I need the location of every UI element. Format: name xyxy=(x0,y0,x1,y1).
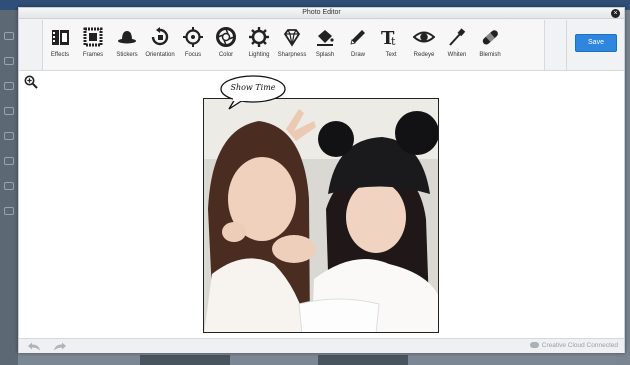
diamond-icon xyxy=(283,29,301,47)
sun-gear-icon xyxy=(249,27,269,47)
tool-focus[interactable]: Focus xyxy=(176,26,210,66)
tool-whiten[interactable]: Whiten xyxy=(440,26,474,66)
zoom-in-icon[interactable] xyxy=(24,75,38,89)
tool-color[interactable]: Color xyxy=(209,26,243,66)
background-sidebar-icon xyxy=(4,157,14,165)
close-button[interactable]: × xyxy=(611,9,620,18)
background-sidebar-icon xyxy=(4,207,14,215)
background-sidebar-icon xyxy=(4,57,14,65)
background-sidebar-icon xyxy=(4,107,14,115)
tool-label: Whiten xyxy=(447,52,467,58)
toolbar: Effects Frames Stickers Orientation Focu… xyxy=(19,19,624,71)
title-bar: Photo Editor × xyxy=(19,8,624,19)
background-sidebar-icon xyxy=(4,132,14,140)
speech-bubble-shape xyxy=(220,75,286,110)
tool-label: Blemish xyxy=(479,52,501,58)
speech-bubble-sticker[interactable]: Show Time xyxy=(219,74,287,110)
bandage-icon xyxy=(482,30,498,45)
sticker-text: Show Time xyxy=(230,83,276,92)
tool-splash[interactable]: Splash xyxy=(308,26,342,66)
tool-label: Color xyxy=(218,52,234,58)
background-thumbnail xyxy=(318,355,408,365)
redo-icon[interactable] xyxy=(53,342,67,351)
tool-text[interactable]: T t Text xyxy=(374,26,408,66)
eye-icon xyxy=(413,31,435,43)
tool-label: Draw xyxy=(350,52,365,58)
background-sidebar-icon xyxy=(4,182,14,190)
photo-content xyxy=(204,99,438,332)
aperture-icon xyxy=(216,27,236,47)
tool-orientation[interactable]: Orientation xyxy=(143,26,177,66)
footer-bar: Creative Cloud Connected xyxy=(19,338,624,353)
tool-label: Splash xyxy=(315,52,335,58)
cloud-status: Creative Cloud Connected xyxy=(529,342,618,349)
svg-text:t: t xyxy=(391,35,396,48)
tool-label: Focus xyxy=(184,52,202,58)
tool-label: Stickers xyxy=(116,52,138,58)
cloud-status-text: Creative Cloud Connected xyxy=(541,342,618,349)
creative-cloud-icon xyxy=(529,342,539,349)
pencil-icon xyxy=(350,30,365,45)
save-button[interactable]: Save xyxy=(575,34,617,52)
photo-editor-dialog: Photo Editor × Effects Frames Stickers O… xyxy=(18,7,625,353)
tool-label: Lighting xyxy=(248,52,270,58)
tool-frames[interactable]: Frames xyxy=(76,26,110,66)
tool-effects[interactable]: Effects xyxy=(43,26,77,66)
tool-redeye[interactable]: Redeye xyxy=(407,26,441,66)
tool-stickers[interactable]: Stickers xyxy=(110,26,144,66)
tool-blemish[interactable]: Blemish xyxy=(473,26,507,66)
tool-label: Text xyxy=(385,52,397,58)
tool-lighting[interactable]: Lighting xyxy=(242,26,276,66)
dialog-title: Photo Editor xyxy=(302,9,341,16)
film-strip-icon xyxy=(52,30,69,45)
save-panel: Save xyxy=(566,20,624,70)
text-icon: T t xyxy=(381,28,396,48)
crosshair-icon xyxy=(183,27,203,47)
background-thumbnail xyxy=(140,355,230,365)
background-sidebar-icon xyxy=(4,32,14,40)
tool-label: Effects xyxy=(50,52,70,58)
background-sidebar xyxy=(0,10,18,365)
undo-icon[interactable] xyxy=(27,342,41,351)
photo-image[interactable] xyxy=(203,98,439,333)
tool-sharpness[interactable]: Sharpness xyxy=(275,26,309,66)
tool-label: Orientation xyxy=(145,52,175,58)
editing-canvas[interactable]: Show Time xyxy=(19,72,624,338)
frame-icon xyxy=(83,27,103,47)
tool-label: Sharpness xyxy=(277,52,307,58)
tool-label: Redeye xyxy=(413,52,435,58)
paint-bucket-icon xyxy=(317,30,334,46)
background-thumbnails xyxy=(18,352,616,365)
brush-icon xyxy=(449,28,466,46)
background-sidebar-icon xyxy=(4,82,14,90)
tool-label: Frames xyxy=(82,52,104,58)
tool-draw[interactable]: Draw xyxy=(341,26,375,66)
rotate-icon xyxy=(151,27,169,46)
bowler-hat-icon xyxy=(118,31,136,44)
tools-panel: Effects Frames Stickers Orientation Focu… xyxy=(42,20,545,70)
